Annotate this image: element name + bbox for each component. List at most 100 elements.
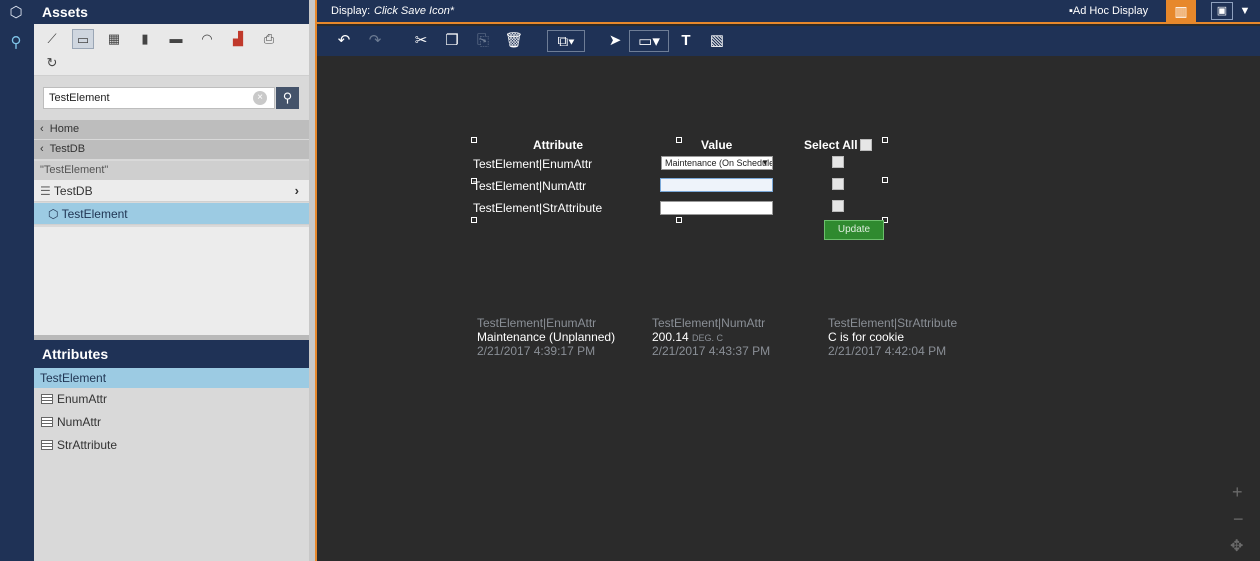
row-attribute-numattr: TestElement|NumAttr [473,179,587,193]
value-name: TestElement|StrAttribute [828,316,958,330]
row-checkbox[interactable] [832,200,844,212]
value-symbol-strattribute[interactable]: TestElement|StrAttribute C is for cookie… [828,316,957,358]
attribute-item-strattribute[interactable]: StrAttribute [34,434,309,457]
clear-search-icon[interactable]: × [253,91,267,105]
display-name: Click Save Icon* [374,5,455,17]
ad-hoc-display-icon[interactable]: ▥ [1166,0,1196,24]
search-button[interactable]: ⚲ [276,87,299,109]
dropdown-arrow-icon: ▼ [761,158,769,167]
horizontal-bar-icon[interactable]: ▬ [165,29,187,49]
value-text: C is for cookie [828,330,957,344]
value-text: Maintenance (Unplanned) [477,330,615,344]
attributes-panel: Attributes TestElement EnumAttr NumAttr … [34,340,309,561]
assets-panel: Assets ⟋ ▭ ▦ ▮ ▬ ◠ ▟ ⎙ ↻ × ⚲ ‹ Home ‹ Te… [34,0,309,340]
selection-handle[interactable] [676,217,682,223]
search-scope: "TestElement" [34,161,309,180]
value-timestamp: 2/21/2017 4:39:17 PM [477,344,596,358]
asset-toolbar: ⟋ ▭ ▦ ▮ ▬ ◠ ▟ ⎙ ↻ [34,24,309,76]
delete-icon[interactable]: 🗑 [502,30,526,52]
print-icon[interactable]: ⎙ [258,29,280,49]
attribute-item-enumattr[interactable]: EnumAttr [34,388,309,411]
paste-icon[interactable]: ⎘ [471,30,495,52]
attribute-list-icon [41,417,53,427]
row-checkbox[interactable] [832,156,844,168]
display-label: Display: [331,5,371,17]
drawing-toolbar: ↶ ↷ ✂ ❐ ⎘ 🗑 ⧉▾ ➤ ▭▾ T ▧ [317,26,1260,56]
row-attribute-enumattr: TestElement|EnumAttr [473,157,593,171]
gauge-icon[interactable]: ◠ [196,29,218,49]
undo-icon[interactable]: ↶ [332,30,356,52]
save-icon[interactable]: ▣ [1211,2,1233,20]
zoom-out-icon[interactable]: − [1233,509,1244,530]
refresh-icon[interactable]: ↻ [41,53,63,73]
value-unit: DEG. C [692,333,724,343]
trend-icon[interactable]: ⟋ [41,29,63,49]
element-cube-icon: ⬡ [48,207,59,221]
breadcrumb-home[interactable]: ‹ Home [34,120,309,139]
asset-cube-icon[interactable]: ⬡ [3,2,29,24]
tree-item-testelement[interactable]: ⬡ TestElement [34,203,309,225]
value-number: 200.14 [652,330,689,344]
chevron-right-icon[interactable]: › [295,180,299,202]
value-number: Maintenance (Unplanned) [477,330,616,344]
table-icon[interactable]: ▦ [103,29,125,49]
value-text: 200.14 DEG. C [652,330,770,344]
arrange-icon[interactable]: ⧉▾ [547,30,585,52]
breadcrumb-testdb[interactable]: ‹ TestDB [34,140,309,159]
attribute-label: StrAttribute [57,438,118,452]
assets-title: Assets [34,0,309,24]
select-arrow-icon[interactable]: ➤ [603,30,627,52]
breadcrumb-label: Home [49,123,80,135]
attribute-label: EnumAttr [57,392,108,406]
numattr-value-input[interactable] [660,178,773,192]
value-symbol-enumattr[interactable]: TestElement|EnumAttr Maintenance (Unplan… [477,316,615,358]
search-input[interactable] [43,87,275,109]
selection-handle[interactable] [471,217,477,223]
header-value: Value [701,138,733,152]
selection-handle[interactable] [471,137,477,143]
row-checkbox[interactable] [832,178,844,190]
vertical-splitter[interactable] [309,0,317,561]
attributes-title: Attributes [34,340,309,368]
enumattr-value-select[interactable]: Maintenance (On Schedule) ▼ [661,156,773,170]
copy-icon[interactable]: ❐ [440,30,464,52]
attribute-item-numattr[interactable]: NumAttr [34,411,309,434]
vertical-bar-icon[interactable]: ▮ [134,29,156,49]
assets-list-area [34,227,309,335]
ad-hoc-label: Ad Hoc Display [1072,5,1149,17]
fit-screen-icon[interactable]: ✥ [1230,536,1243,556]
text-tool-icon[interactable]: T [674,30,698,52]
zoom-in-icon[interactable]: + [1232,482,1243,503]
chevron-down-icon[interactable]: ▼ [1237,2,1253,20]
tree-item-testdb[interactable]: ☰ TestDB › [34,180,309,202]
header-select-all: Select All [804,138,858,152]
database-icon: ☰ [40,184,51,198]
selection-handle[interactable] [882,137,888,143]
image-tool-icon[interactable]: ▧ [705,30,729,52]
rectangle-icon[interactable]: ▭▾ [629,30,669,52]
value-timestamp: 2/21/2017 4:43:37 PM [652,344,771,358]
cut-icon[interactable]: ✂ [409,30,433,52]
attributes-selected-element[interactable]: TestElement [34,368,309,388]
tree-item-label: TestElement [61,207,128,221]
search-assets-icon[interactable]: ⚲ [3,32,29,54]
redo-icon[interactable]: ↷ [363,30,387,52]
chevron-left-icon: ‹ [40,143,44,155]
selection-handle[interactable] [676,137,682,143]
select-value: Maintenance (On Schedule) [665,158,773,168]
select-all-checkbox[interactable] [860,139,872,151]
strattribute-value-input[interactable] [660,201,773,215]
ad-hoc-display-toggle[interactable]: ▪Ad Hoc Display [1069,0,1148,22]
selection-handle[interactable] [882,177,888,183]
value-symbol-numattr[interactable]: TestElement|NumAttr 200.14 DEG. C 2/21/2… [652,316,770,358]
chevron-left-icon: ‹ [40,123,44,135]
row-attribute-strattribute: TestElement|StrAttribute [473,201,603,215]
header-attribute: Attribute [533,138,583,152]
app-root: ⬡ ⚲ Assets ⟋ ▭ ▦ ▮ ▬ ◠ ▟ ⎙ ↻ × ⚲ ‹ Home … [0,0,1260,561]
update-button[interactable]: Update [824,220,884,240]
value-name: TestElement|EnumAttr [477,316,597,330]
display-canvas[interactable] [317,56,1260,561]
symbol-table-icon[interactable]: ▭ [72,29,94,49]
bar-chart-icon[interactable]: ▟ [227,29,249,49]
value-timestamp: 2/21/2017 4:42:04 PM [828,344,947,358]
